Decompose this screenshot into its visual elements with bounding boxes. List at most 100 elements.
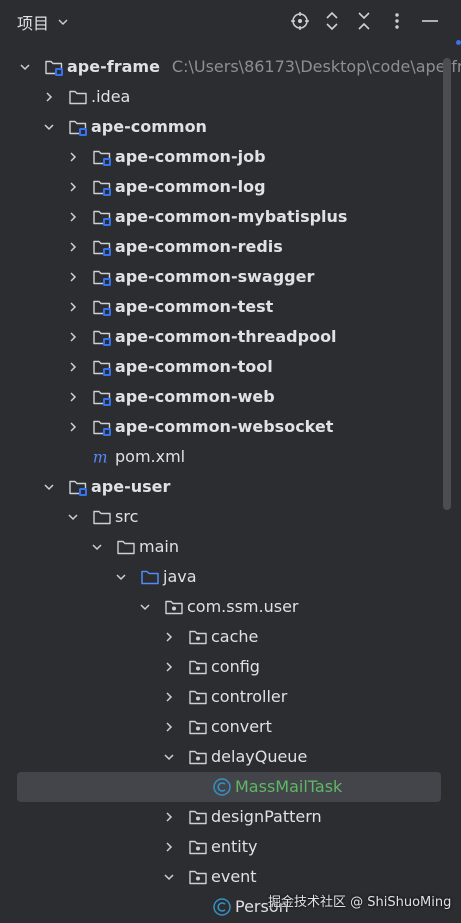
tree-row[interactable]: ape-common-threadpool (0, 322, 461, 352)
chevron-right-icon[interactable] (66, 300, 80, 314)
tree-label: MassMailTask (235, 772, 342, 802)
tree-label: controller (211, 682, 287, 712)
chevron-down-icon[interactable] (162, 870, 176, 884)
tree-row[interactable]: m pom.xml (0, 442, 461, 472)
tree-row[interactable]: event (0, 862, 461, 892)
chevron-down-icon[interactable] (66, 510, 80, 524)
tree-label-text: convert (211, 717, 272, 736)
chevron-down-icon[interactable] (18, 60, 32, 74)
chevron-down-icon[interactable] (42, 120, 56, 134)
tree-row[interactable]: ape-common-web (0, 382, 461, 412)
module-folder-icon (92, 147, 112, 167)
tree-row[interactable]: MassMailTask (0, 772, 461, 802)
chevron-right-icon[interactable] (66, 420, 80, 434)
tree-row[interactable]: ape-common-mybatisplus (0, 202, 461, 232)
package-icon (188, 627, 208, 647)
tree-label-text: ape-common-log (115, 177, 266, 196)
tree-label: event (211, 862, 257, 892)
tree-label: java (163, 562, 197, 592)
module-folder-icon (92, 297, 112, 317)
chevron-down-icon[interactable] (90, 540, 104, 554)
tree-label-text: cache (211, 627, 259, 646)
tree-row[interactable]: main (0, 532, 461, 562)
module-folder-icon (68, 477, 88, 497)
tree-label-text: main (139, 537, 179, 556)
chevron-down-icon[interactable] (138, 600, 152, 614)
tree-row[interactable]: .idea (0, 82, 461, 112)
tree-row[interactable]: ape-common-test (0, 292, 461, 322)
tree-label: convert (211, 712, 272, 742)
tree-row[interactable]: delayQueue (0, 742, 461, 772)
folder-icon (92, 507, 112, 527)
tree-row[interactable]: cache (0, 622, 461, 652)
project-panel-header: 项目 (0, 0, 461, 42)
module-folder-icon (44, 57, 64, 77)
locate-icon[interactable] (289, 10, 311, 32)
tree-label: designPattern (211, 802, 322, 832)
tree-row[interactable]: ape-user (0, 472, 461, 502)
tree-row[interactable]: src (0, 502, 461, 532)
tree-label-text: .idea (91, 87, 131, 106)
vertical-scrollbar[interactable] (443, 58, 451, 510)
package-icon (188, 687, 208, 707)
tree-label-text: controller (211, 687, 288, 706)
svg-text:m: m (93, 448, 108, 466)
chevron-right-icon[interactable] (162, 720, 176, 734)
chevron-right-icon[interactable] (42, 90, 56, 104)
notification-dot (456, 40, 461, 45)
collapse-all-icon[interactable] (353, 10, 375, 32)
chevron-right-icon[interactable] (66, 360, 80, 374)
chevron-right-icon[interactable] (162, 690, 176, 704)
package-icon (188, 807, 208, 827)
tree-label-text: MassMailTask (235, 777, 343, 796)
tree-label: com.ssm.user (187, 592, 299, 622)
chevron-right-icon[interactable] (66, 270, 80, 284)
tree-row[interactable]: designPattern (0, 802, 461, 832)
tree-label: ape-common-log (115, 172, 266, 202)
chevron-right-icon[interactable] (66, 180, 80, 194)
chevron-right-icon[interactable] (162, 810, 176, 824)
tree-label-text: ape-common-tool (115, 357, 273, 376)
tree-row[interactable]: com.ssm.user (0, 592, 461, 622)
tree-row[interactable]: convert (0, 712, 461, 742)
chevron-down-icon[interactable] (114, 570, 128, 584)
tree-label-text: config (211, 657, 260, 676)
chevron-right-icon[interactable] (66, 390, 80, 404)
tree-row[interactable]: entity (0, 832, 461, 862)
tree-row[interactable]: ape-common-log (0, 172, 461, 202)
more-options-icon[interactable] (386, 10, 408, 32)
chevron-down-icon[interactable] (162, 750, 176, 764)
package-icon (188, 747, 208, 767)
chevron-right-icon[interactable] (162, 840, 176, 854)
chevron-right-icon[interactable] (66, 240, 80, 254)
tree-row[interactable]: ape-common (0, 112, 461, 142)
tree-row[interactable]: ape-common-tool (0, 352, 461, 382)
chevron-right-icon[interactable] (66, 150, 80, 164)
project-view-selector[interactable]: 项目 (17, 10, 69, 34)
class-icon (212, 777, 232, 797)
chevron-right-icon[interactable] (66, 330, 80, 344)
project-path: C:\Users\86173\Desktop\code\ape-frar (171, 57, 461, 76)
tree-row[interactable]: ape-common-redis (0, 232, 461, 262)
tree-label-text: event (211, 867, 257, 886)
tree-row[interactable]: ape-frame C:\Users\86173\Desktop\code\ape… (0, 52, 461, 82)
tree-row[interactable]: ape-common-swagger (0, 262, 461, 292)
tree-row[interactable]: config (0, 652, 461, 682)
chevron-right-icon[interactable] (162, 660, 176, 674)
tree-label: ape-common-test (115, 292, 273, 322)
tree-label: ape-common-threadpool (115, 322, 337, 352)
tree-row[interactable]: ape-common-websocket (0, 412, 461, 442)
chevron-down-icon[interactable] (42, 480, 56, 494)
chevron-right-icon[interactable] (66, 210, 80, 224)
tree-label: pom.xml (115, 442, 185, 472)
tree-row[interactable]: controller (0, 682, 461, 712)
tree-label: .idea (91, 82, 130, 112)
tree-row[interactable]: java (0, 562, 461, 592)
tree-row[interactable]: ape-common-job (0, 142, 461, 172)
chevron-right-icon[interactable] (162, 630, 176, 644)
minimize-icon[interactable] (419, 10, 441, 32)
tree-label: main (139, 532, 179, 562)
folder-icon (116, 537, 136, 557)
expand-collapse-icon[interactable] (321, 10, 343, 32)
tree-label: ape-common-job (115, 142, 266, 172)
